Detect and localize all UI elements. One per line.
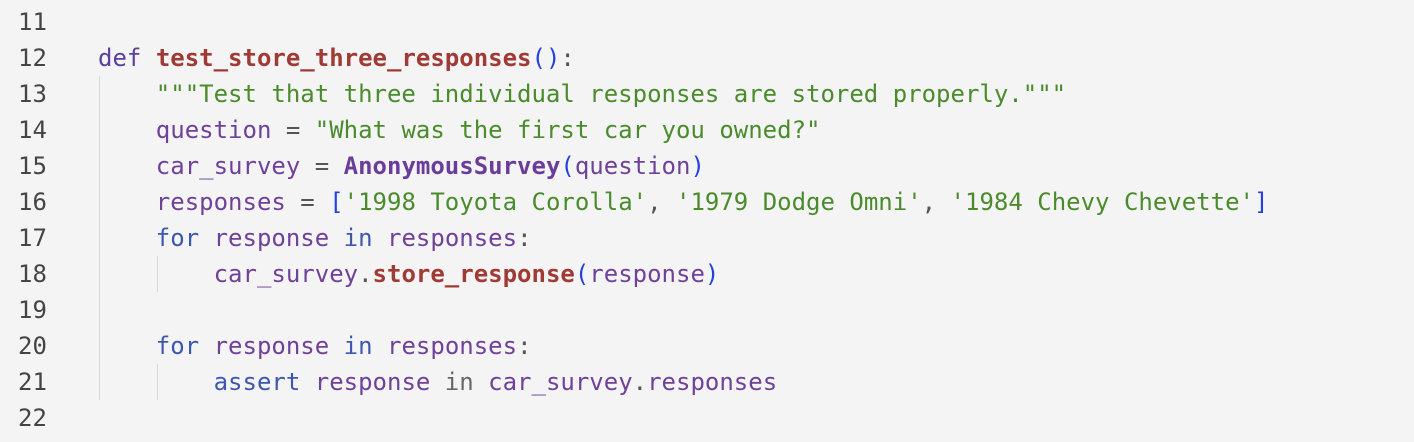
- code-token: AnonymousSurvey: [343, 152, 561, 180]
- code-token: car_survey: [155, 152, 301, 180]
- code-text: def test_store_three_responses():: [98, 40, 575, 76]
- code-line[interactable]: 13 """Test that three individual respons…: [0, 76, 1414, 112]
- code-token: for: [155, 332, 200, 360]
- line-number: 13: [18, 80, 47, 108]
- code-token: response: [213, 332, 330, 360]
- code-token: =: [285, 188, 330, 216]
- code-token: assert: [213, 368, 301, 396]
- code-line[interactable]: 21 assert response in car_survey.respons…: [0, 364, 1414, 400]
- code-token: def: [98, 44, 142, 72]
- code-line[interactable]: 18 car_survey.store_response(response): [0, 256, 1414, 292]
- code-line[interactable]: 22: [0, 400, 1414, 436]
- code-editor[interactable]: 11 12 def test_store_three_responses(): 13 …: [0, 0, 1414, 442]
- line-number: 14: [18, 116, 47, 144]
- code-token: '1998 Toyota Corolla': [343, 188, 648, 216]
- code-line[interactable]: 14 question = "What was the first car yo…: [0, 112, 1414, 148]
- code-text: assert response in car_survey.responses: [98, 364, 778, 400]
- code-token: ): [690, 152, 705, 180]
- code-text: """Test that three individual responses …: [98, 76, 1066, 112]
- code-token: ,: [921, 188, 951, 216]
- code-token: :: [560, 44, 575, 72]
- code-line[interactable]: 11: [0, 4, 1414, 40]
- code-text: question = "What was the first car you o…: [98, 112, 821, 148]
- line-number: 12: [18, 44, 47, 72]
- line-number: 18: [18, 260, 47, 288]
- code-token: responses: [155, 188, 286, 216]
- code-line[interactable]: 19: [0, 292, 1414, 328]
- code-line[interactable]: 17 for response in responses:: [0, 220, 1414, 256]
- code-text: for response in responses:: [98, 328, 532, 364]
- code-token: for: [155, 224, 200, 252]
- code-token: question: [155, 116, 272, 144]
- code-token: responses: [647, 368, 778, 396]
- code-token: response: [589, 260, 705, 288]
- code-token: test_store_three_responses: [155, 44, 532, 72]
- code-token: response: [314, 368, 431, 396]
- code-line[interactable]: 12 def test_store_three_responses():: [0, 40, 1414, 76]
- code-token: response: [213, 224, 330, 252]
- code-token: ]: [1253, 188, 1269, 216]
- code-token: =: [271, 116, 315, 144]
- code-token: ): [704, 260, 720, 288]
- code-token: (): [531, 44, 561, 72]
- line-number: 22: [18, 404, 47, 432]
- code-token: '1984 Chevy Chevette': [950, 188, 1254, 216]
- code-token: =: [300, 152, 344, 180]
- code-token: ,: [647, 188, 676, 216]
- code-line[interactable]: 20 for response in responses:: [0, 328, 1414, 364]
- line-number: 21: [18, 368, 47, 396]
- code-token: responses: [387, 224, 518, 252]
- code-token: question: [574, 152, 691, 180]
- code-token: "What was the first car you owned?": [314, 116, 821, 144]
- code-text: car_survey = AnonymousSurvey(question): [98, 148, 705, 184]
- code-token: in: [343, 332, 373, 360]
- code-token: in: [343, 224, 373, 252]
- code-token: store_response: [372, 260, 575, 288]
- code-token: .: [632, 368, 648, 396]
- line-number: 17: [18, 224, 47, 252]
- code-token: (: [560, 152, 575, 180]
- line-number: 20: [18, 332, 47, 360]
- line-number: 16: [18, 188, 47, 216]
- code-token: :: [517, 224, 532, 252]
- code-text: responses = ['1998 Toyota Corolla', '197…: [98, 184, 1269, 220]
- code-token: [: [329, 188, 344, 216]
- code-token: (: [574, 260, 590, 288]
- code-token: responses: [387, 332, 518, 360]
- code-token: car_survey: [488, 368, 633, 396]
- code-text: for response in responses:: [98, 220, 532, 256]
- code-token: .: [358, 260, 373, 288]
- code-token: '1979 Dodge Omni': [676, 188, 922, 216]
- code-text: car_survey.store_response(response): [98, 256, 720, 292]
- code-line[interactable]: 16 responses = ['1998 Toyota Corolla', '…: [0, 184, 1414, 220]
- line-number: 15: [18, 152, 47, 180]
- code-token: :: [517, 332, 532, 360]
- line-number: 11: [18, 8, 47, 36]
- code-token: car_survey: [213, 260, 359, 288]
- line-number: 19: [18, 296, 47, 324]
- code-line[interactable]: 15 car_survey = AnonymousSurvey(question…: [0, 148, 1414, 184]
- code-token: in: [444, 368, 474, 396]
- code-token: """Test that three individual responses …: [155, 80, 1067, 108]
